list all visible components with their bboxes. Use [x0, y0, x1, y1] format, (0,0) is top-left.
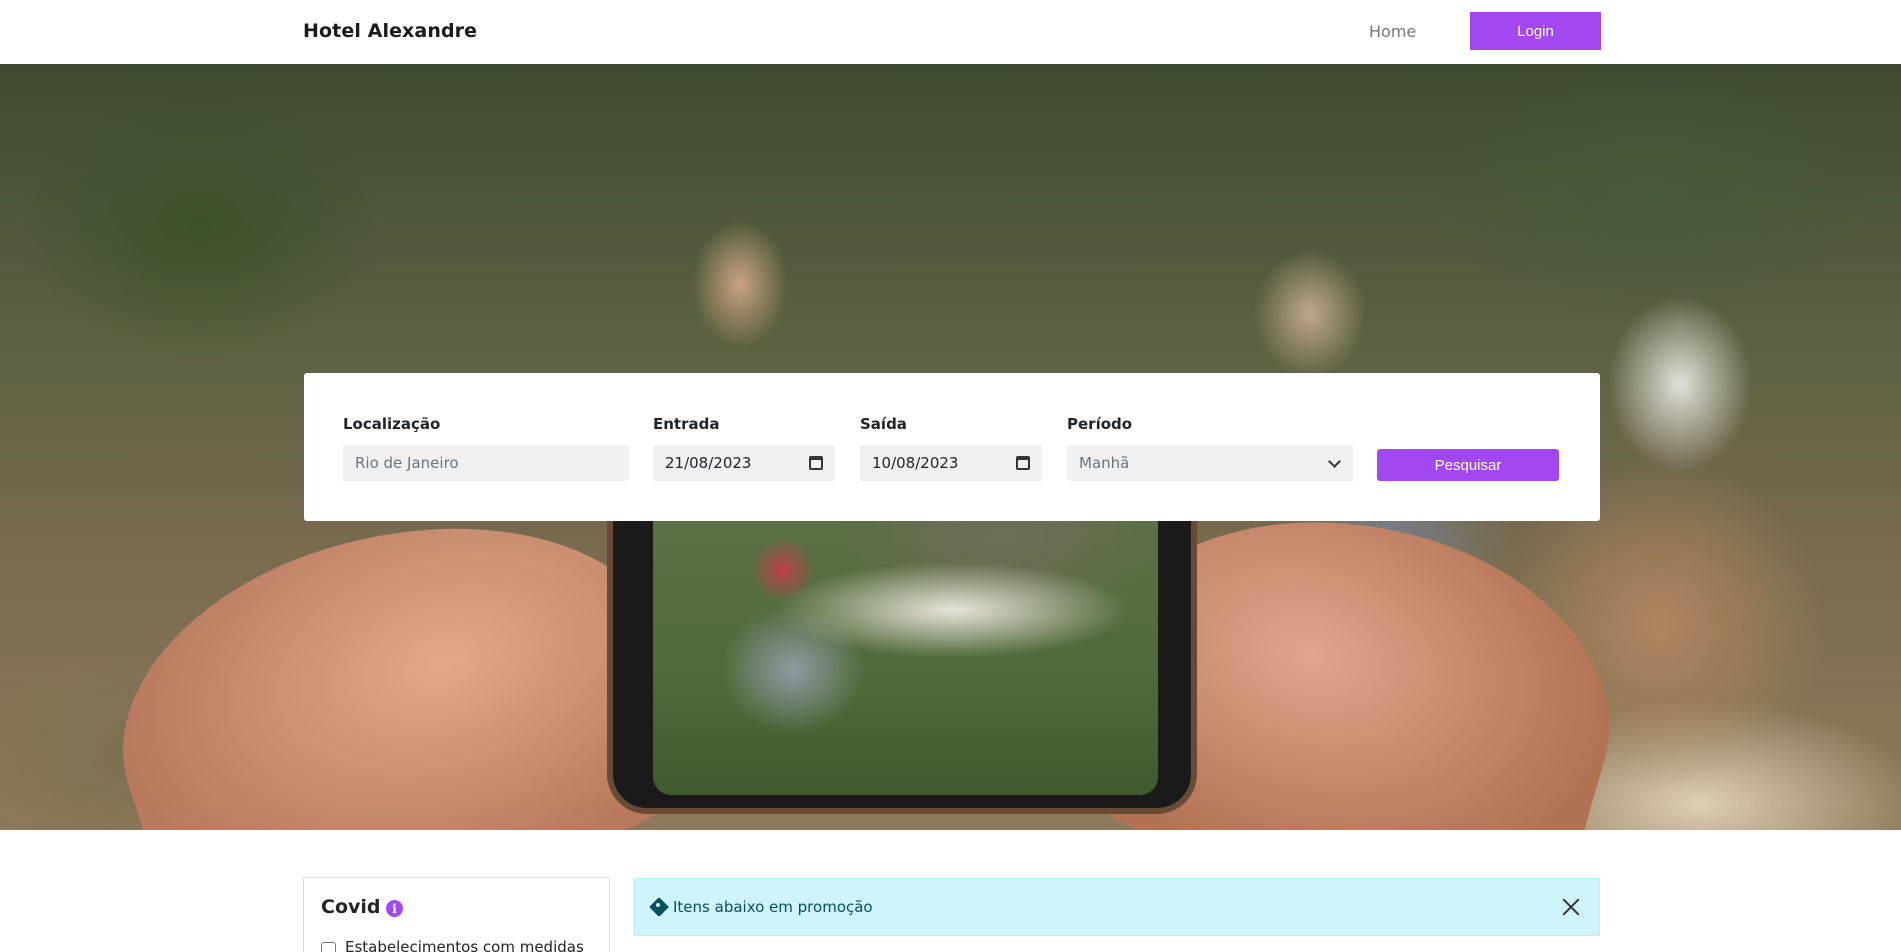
covid-filter-panel: Covid i Estabelecimentos com medidas	[303, 877, 610, 952]
search-card: Localização Rio de Janeiro Entrada 21/08…	[304, 373, 1600, 521]
tag-icon-hole	[656, 903, 660, 907]
info-icon[interactable]: i	[386, 900, 403, 917]
location-input[interactable]: Rio de Janeiro	[343, 445, 629, 481]
checkout-label: Saída	[860, 415, 907, 433]
checkout-value: 10/08/2023	[872, 454, 959, 472]
period-value: Manhã	[1079, 454, 1130, 472]
login-button[interactable]: Login	[1470, 12, 1601, 50]
hero-phone-image	[607, 484, 1197, 814]
search-button[interactable]: Pesquisar	[1377, 449, 1559, 481]
hero-phone-screen	[653, 500, 1158, 795]
navbar: Hotel Alexandre Home Login	[0, 0, 1901, 64]
tag-icon	[649, 897, 669, 917]
covid-title: Covid	[321, 896, 381, 918]
promo-alert: Itens abaixo em promoção	[634, 878, 1600, 936]
promo-text: Itens abaixo em promoção	[673, 898, 873, 916]
checkout-date-input[interactable]: 10/08/2023	[860, 445, 1042, 481]
covid-checkbox-label[interactable]: Estabelecimentos com medidas	[345, 938, 584, 952]
location-label: Localização	[343, 415, 441, 433]
checkin-date-input[interactable]: 21/08/2023	[653, 445, 835, 481]
covid-checkbox[interactable]	[321, 942, 336, 952]
checkin-label: Entrada	[653, 415, 720, 433]
checkin-value: 21/08/2023	[665, 454, 752, 472]
close-icon[interactable]	[1559, 895, 1583, 919]
calendar-icon[interactable]	[809, 456, 823, 470]
period-select[interactable]: Manhã	[1067, 445, 1353, 481]
calendar-icon[interactable]	[1016, 456, 1030, 470]
chevron-down-icon	[1328, 455, 1341, 468]
brand-logo[interactable]: Hotel Alexandre	[303, 20, 477, 42]
location-placeholder: Rio de Janeiro	[355, 454, 459, 472]
period-label: Período	[1067, 415, 1133, 433]
nav-home-link[interactable]: Home	[1369, 22, 1416, 41]
